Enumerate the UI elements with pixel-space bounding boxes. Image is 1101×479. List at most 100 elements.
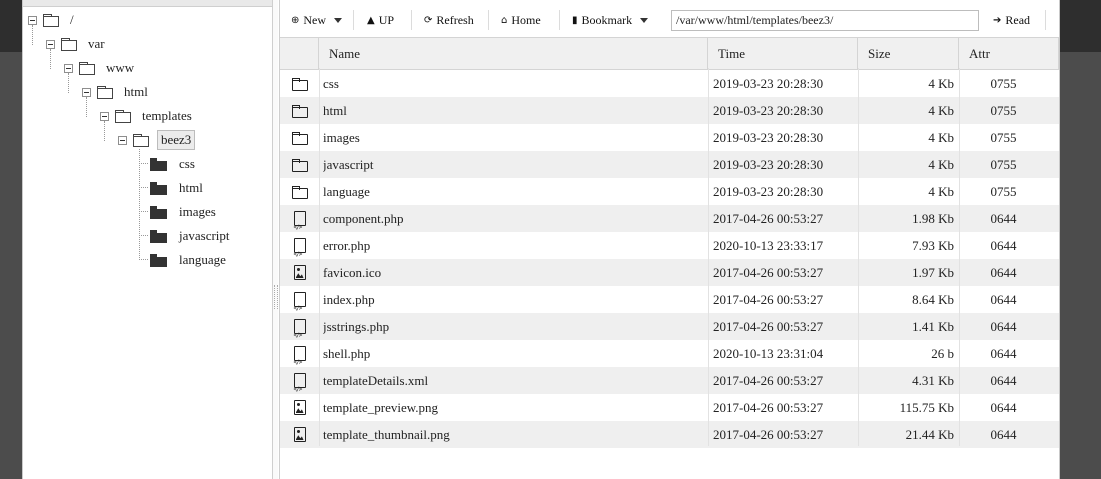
file-icon-cell bbox=[280, 313, 319, 340]
file-name-cell: css bbox=[323, 76, 339, 91]
file-size-cell: 7.93 Kb bbox=[912, 238, 954, 253]
column-header-name[interactable]: Name bbox=[319, 38, 708, 69]
code-file-icon bbox=[293, 211, 306, 232]
folder-icon bbox=[150, 229, 167, 243]
plus-circle-icon: ⊕ bbox=[291, 14, 300, 26]
file-rows: css 2019-03-23 20:28:30 4 Kb 0755 html 2019-0… bbox=[280, 70, 1059, 448]
pane-splitter[interactable] bbox=[273, 0, 278, 479]
table-row[interactable]: template_preview.png 2017-04-26 00:53:27 1… bbox=[280, 394, 1059, 421]
file-attr-cell: 0644 bbox=[990, 346, 1017, 361]
up-button[interactable]: ▲ UP bbox=[367, 9, 394, 31]
file-name-cell: images bbox=[323, 130, 360, 145]
table-row[interactable]: css 2019-03-23 20:28:30 4 Kb 0755 bbox=[280, 70, 1059, 97]
bookmark-button[interactable]: ▮ Bookmark bbox=[572, 9, 649, 31]
home-button[interactable]: ⌂ Home bbox=[501, 9, 541, 31]
tree-node-html[interactable]: html bbox=[82, 82, 151, 102]
table-row[interactable]: templateDetails.xml 2017-04-26 00:53:27 4.… bbox=[280, 367, 1059, 394]
tree-node-html-child[interactable]: html bbox=[150, 178, 206, 198]
read-button-label: Read bbox=[1005, 12, 1031, 27]
file-size-cell: 4 Kb bbox=[928, 130, 954, 145]
tree-node-var[interactable]: var bbox=[46, 34, 108, 54]
tree-node-css[interactable]: css bbox=[150, 154, 198, 174]
column-header-time[interactable]: Time bbox=[708, 38, 858, 69]
file-size-cell: 4 Kb bbox=[928, 76, 954, 91]
file-attr-cell: 0755 bbox=[990, 157, 1017, 172]
read-button[interactable]: ➔ Read bbox=[993, 9, 1030, 31]
folder-open-icon bbox=[133, 134, 149, 147]
tree-node-language[interactable]: language bbox=[150, 250, 229, 270]
file-attr-cell: 0755 bbox=[990, 130, 1017, 145]
refresh-icon: ⟳ bbox=[424, 14, 433, 26]
arrow-up-icon: ▲ bbox=[367, 14, 375, 26]
tree-node-label: www bbox=[106, 60, 135, 75]
file-attr-cell: 0644 bbox=[990, 427, 1017, 442]
file-attr-cell: 0644 bbox=[990, 319, 1017, 334]
file-attr-cell: 0644 bbox=[990, 373, 1017, 388]
tree-node-label-selected: beez3 bbox=[157, 130, 196, 150]
folder-icon bbox=[291, 77, 308, 91]
collapse-icon[interactable] bbox=[100, 111, 109, 121]
tree-node-label: javascript bbox=[179, 228, 230, 243]
collapse-icon[interactable] bbox=[46, 39, 55, 49]
column-header-attr[interactable]: Attr bbox=[959, 38, 1059, 69]
image-file-icon bbox=[293, 265, 306, 280]
file-time-cell: 2019-03-23 20:28:30 bbox=[713, 76, 824, 91]
file-icon-cell bbox=[280, 259, 319, 286]
tree-node-templates[interactable]: templates bbox=[100, 106, 195, 126]
collapse-icon[interactable] bbox=[118, 135, 127, 145]
splitter-grip-icon[interactable] bbox=[274, 285, 278, 309]
bookmark-icon: ▮ bbox=[572, 14, 578, 26]
file-attr-cell: 0755 bbox=[990, 103, 1017, 118]
file-size-cell: 1.98 Kb bbox=[912, 211, 954, 226]
file-icon-cell bbox=[280, 394, 319, 421]
file-name-cell: index.php bbox=[323, 292, 375, 307]
file-time-cell: 2019-03-23 20:28:30 bbox=[713, 184, 824, 199]
folder-icon bbox=[291, 158, 308, 172]
file-name-cell: templateDetails.xml bbox=[323, 373, 429, 388]
collapse-icon[interactable] bbox=[28, 15, 37, 25]
file-attr-cell: 0644 bbox=[990, 292, 1017, 307]
tree-node-javascript[interactable]: javascript bbox=[150, 226, 233, 246]
collapse-icon[interactable] bbox=[82, 87, 91, 97]
file-name-cell: favicon.ico bbox=[323, 265, 382, 280]
table-row[interactable]: favicon.ico 2017-04-26 00:53:27 1.97 Kb 064… bbox=[280, 259, 1059, 286]
collapse-icon[interactable] bbox=[64, 63, 73, 73]
table-row[interactable]: images 2019-03-23 20:28:30 4 Kb 0755 bbox=[280, 124, 1059, 151]
tree-node-images[interactable]: images bbox=[150, 202, 219, 222]
file-time-cell: 2017-04-26 00:53:27 bbox=[713, 427, 824, 442]
toolbar: ⊕ New ▲ UP ⟳ Refresh ⌂ Home ▮ Bookmark /… bbox=[280, 0, 1059, 37]
tree-node-beez3[interactable]: beez3 bbox=[118, 130, 196, 150]
tree-node-www[interactable]: www bbox=[64, 58, 137, 78]
file-icon-cell bbox=[280, 421, 319, 448]
table-row[interactable]: language 2019-03-23 20:28:30 4 Kb 0755 bbox=[280, 178, 1059, 205]
file-size-cell: 4 Kb bbox=[928, 157, 954, 172]
tree-node-label: var bbox=[88, 36, 105, 51]
folder-open-icon bbox=[79, 62, 95, 75]
table-row[interactable]: index.php 2017-04-26 00:53:27 8.64 Kb 0644 bbox=[280, 286, 1059, 313]
table-row[interactable]: html 2019-03-23 20:28:30 4 Kb 0755 bbox=[280, 97, 1059, 124]
table-row[interactable]: error.php 2020-10-13 23:33:17 7.93 Kb 0644 bbox=[280, 232, 1059, 259]
table-row[interactable]: jsstrings.php 2017-04-26 00:53:27 1.41 Kb 0… bbox=[280, 313, 1059, 340]
new-button[interactable]: ⊕ New bbox=[291, 9, 343, 31]
tree-node-root[interactable]: / bbox=[28, 10, 77, 30]
folder-icon bbox=[150, 157, 167, 171]
tree-node-label: templates bbox=[142, 108, 192, 123]
folder-tree-pane: / var www html templates beez3 css html … bbox=[23, 0, 273, 479]
bookmark-button-label: Bookmark bbox=[581, 12, 633, 27]
table-row[interactable]: component.php 2017-04-26 00:53:27 1.98 Kb 0… bbox=[280, 205, 1059, 232]
table-row[interactable]: template_thumbnail.png 2017-04-26 00:53:2… bbox=[280, 421, 1059, 448]
image-file-icon bbox=[293, 400, 306, 415]
refresh-button[interactable]: ⟳ Refresh bbox=[424, 9, 474, 31]
file-icon-cell bbox=[280, 124, 319, 151]
code-file-icon bbox=[293, 346, 306, 367]
file-name-cell: language bbox=[323, 184, 370, 199]
arrow-right-icon: ➔ bbox=[993, 14, 1002, 26]
column-header-size[interactable]: Size bbox=[858, 38, 959, 69]
file-time-cell: 2020-10-13 23:31:04 bbox=[713, 346, 824, 361]
file-size-cell: 115.75 Kb bbox=[899, 400, 954, 415]
path-input[interactable] bbox=[671, 10, 979, 31]
table-row[interactable]: shell.php 2020-10-13 23:31:04 26 b 0644 bbox=[280, 340, 1059, 367]
file-icon-cell bbox=[280, 340, 319, 367]
file-attr-cell: 0644 bbox=[990, 400, 1017, 415]
table-row[interactable]: javascript 2019-03-23 20:28:30 4 Kb 0755 bbox=[280, 151, 1059, 178]
